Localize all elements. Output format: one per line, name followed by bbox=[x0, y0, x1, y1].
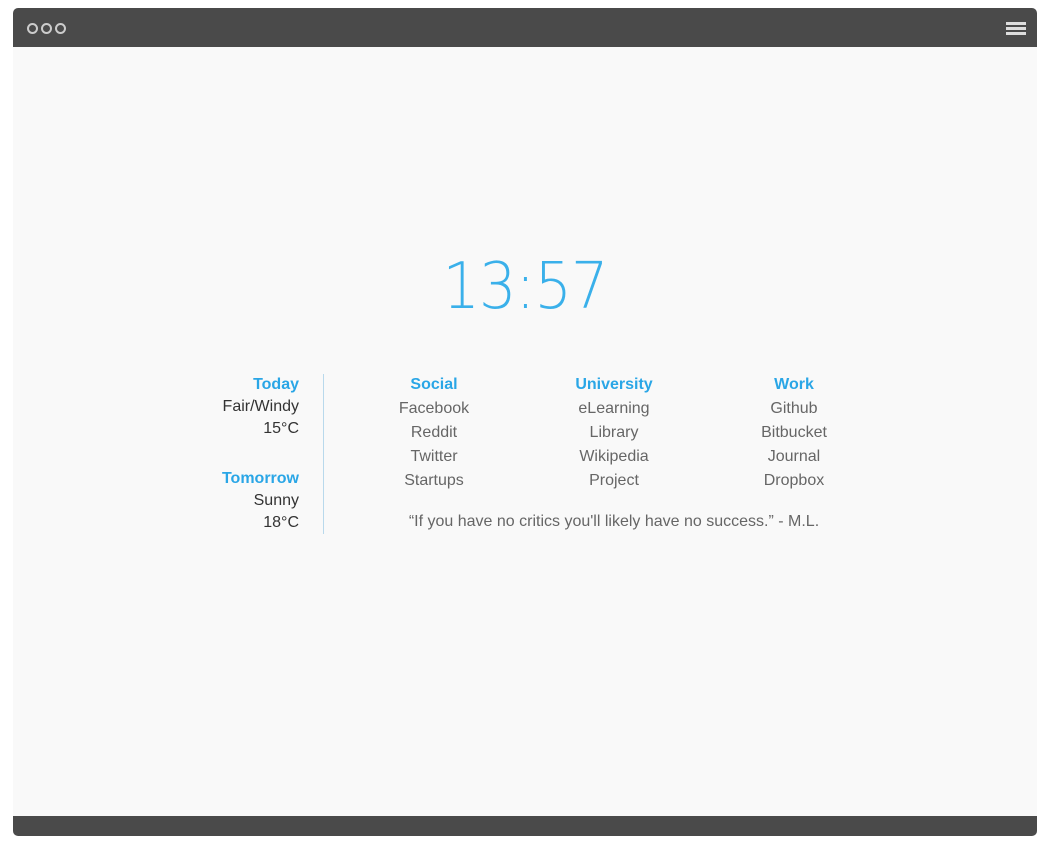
links-column-university: University eLearning Library Wikipedia P… bbox=[534, 374, 694, 493]
weather-tomorrow-label: Tomorrow bbox=[221, 470, 299, 487]
quote: “If you have no critics you'll likely ha… bbox=[408, 513, 820, 530]
window-controls-icon[interactable] bbox=[27, 23, 66, 34]
window-control-dot[interactable] bbox=[41, 23, 52, 34]
link-bitbucket[interactable]: Bitbucket bbox=[714, 421, 874, 445]
weather-tomorrow-temp: 18°C bbox=[263, 514, 299, 531]
browser-window: 13:57 Today Fair/Windy 15°C Tomorrow Sun… bbox=[13, 8, 1037, 836]
divider bbox=[323, 374, 324, 534]
weather-panel: Today Fair/Windy 15°C Tomorrow Sunny 18°… bbox=[222, 374, 299, 534]
hamburger-icon[interactable] bbox=[1006, 22, 1026, 37]
link-journal[interactable]: Journal bbox=[714, 445, 874, 469]
column-title: University bbox=[575, 376, 653, 393]
bottom-bar bbox=[13, 816, 1037, 836]
link-twitter[interactable]: Twitter bbox=[354, 445, 514, 469]
weather-tomorrow-condition: Sunny bbox=[253, 492, 299, 509]
link-reddit[interactable]: Reddit bbox=[354, 421, 514, 445]
link-startups[interactable]: Startups bbox=[354, 469, 514, 493]
window-control-dot[interactable] bbox=[55, 23, 66, 34]
link-wikipedia[interactable]: Wikipedia bbox=[534, 445, 694, 469]
link-elearning[interactable]: eLearning bbox=[534, 397, 694, 421]
column-title: Social bbox=[410, 376, 458, 393]
links-column-work: Work Github Bitbucket Journal Dropbox bbox=[714, 374, 874, 493]
column-title: Work bbox=[774, 376, 814, 393]
link-facebook[interactable]: Facebook bbox=[354, 397, 514, 421]
window-control-dot[interactable] bbox=[27, 23, 38, 34]
link-project[interactable]: Project bbox=[534, 469, 694, 493]
link-library[interactable]: Library bbox=[534, 421, 694, 445]
weather-today-temp: 15°C bbox=[263, 420, 299, 437]
clock: 13:57 bbox=[442, 250, 608, 324]
weather-today-label: Today bbox=[253, 376, 299, 393]
links-column-social: Social Facebook Reddit Twitter Startups bbox=[354, 374, 514, 493]
link-dropbox[interactable]: Dropbox bbox=[714, 469, 874, 493]
link-github[interactable]: Github bbox=[714, 397, 874, 421]
title-bar bbox=[13, 8, 1037, 47]
weather-today-condition: Fair/Windy bbox=[222, 398, 299, 415]
